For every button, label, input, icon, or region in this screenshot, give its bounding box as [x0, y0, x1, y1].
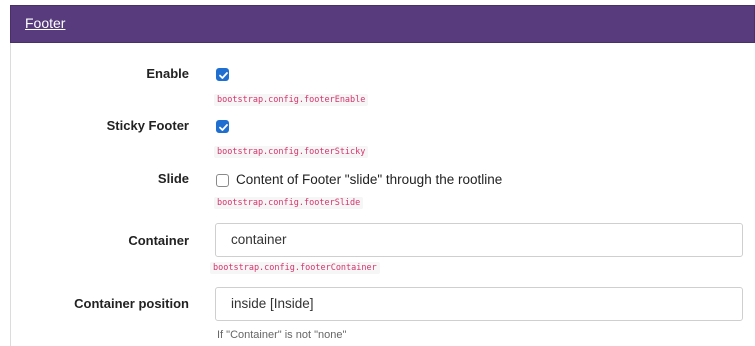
slide-label: Slide [157, 171, 189, 186]
container-config-code: bootstrap.config.footerContainer [210, 262, 380, 274]
container-position-help: If "Container" is not "none" [217, 329, 347, 341]
slide-checkbox-text[interactable]: Content of Footer "slide" through the ro… [236, 172, 502, 187]
container-input[interactable]: container [215, 223, 743, 257]
slide-config-code: bootstrap.config.footerSlide [214, 197, 364, 209]
enable-label: Enable [146, 66, 189, 81]
slide-checkbox[interactable] [216, 174, 229, 187]
checkmark-icon [219, 72, 228, 79]
sticky-footer-label: Sticky Footer [106, 118, 189, 133]
container-label: Container [128, 233, 189, 248]
panel-header: Footer [10, 5, 755, 43]
checkmark-icon [219, 124, 228, 131]
sticky-footer-checkbox[interactable] [216, 120, 229, 133]
sticky-footer-config-code: bootstrap.config.footerSticky [214, 146, 369, 158]
enable-config-code: bootstrap.config.footerEnable [214, 94, 369, 106]
footer-settings-panel: Footer Enable bootstrap.config.footerEna… [0, 0, 755, 346]
enable-checkbox[interactable] [216, 68, 229, 81]
container-position-label: Container position [74, 296, 189, 311]
container-position-select[interactable]: inside [Inside] [215, 287, 743, 321]
panel-title-link[interactable]: Footer [25, 15, 65, 31]
